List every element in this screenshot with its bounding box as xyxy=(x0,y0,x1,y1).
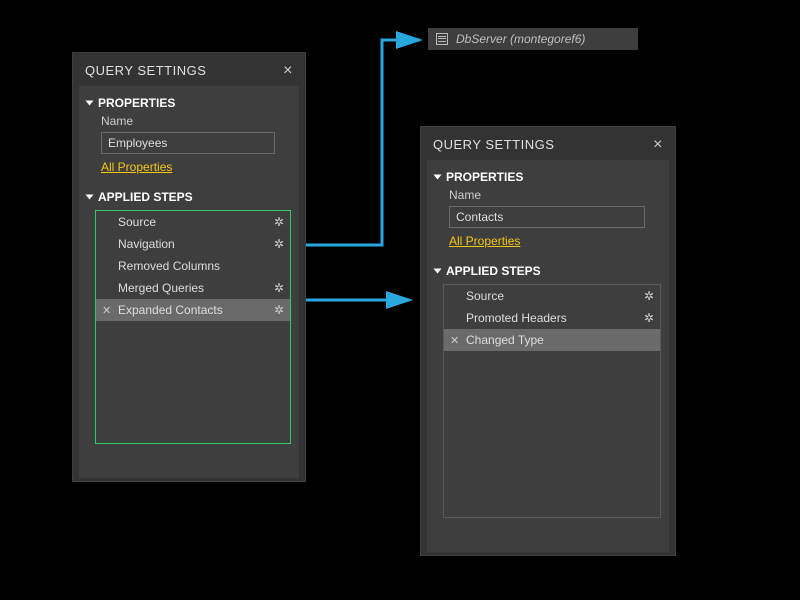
panel-title-bar: QUERY SETTINGS × xyxy=(421,127,675,160)
applied-step[interactable]: ✕ Changed Type xyxy=(444,329,660,351)
name-label: Name xyxy=(435,186,661,204)
all-properties-link[interactable]: All Properties xyxy=(435,232,520,254)
gear-icon[interactable]: ✲ xyxy=(274,281,284,295)
query-name-input[interactable] xyxy=(101,132,275,154)
applied-step[interactable]: Promoted Headers ✲ xyxy=(444,307,660,329)
collapse-icon xyxy=(86,101,94,106)
applied-steps-header[interactable]: APPLIED STEPS xyxy=(87,186,291,206)
all-properties-link[interactable]: All Properties xyxy=(87,158,172,180)
close-icon[interactable]: × xyxy=(283,65,293,77)
step-label: Removed Columns xyxy=(118,259,220,273)
gear-icon[interactable]: ✲ xyxy=(644,289,654,303)
db-server-node[interactable]: DbServer (montegoref6) xyxy=(428,28,638,50)
panel-title-bar: QUERY SETTINGS × xyxy=(73,53,305,86)
collapse-icon xyxy=(86,195,94,200)
query-settings-panel-right: QUERY SETTINGS × PROPERTIES Name All Pro… xyxy=(420,126,676,556)
applied-step[interactable]: Navigation ✲ xyxy=(96,233,290,255)
delete-step-icon[interactable]: ✕ xyxy=(450,334,459,347)
step-label: Merged Queries xyxy=(118,281,204,295)
panel-body: PROPERTIES Name All Properties APPLIED S… xyxy=(427,160,669,552)
applied-steps-header[interactable]: APPLIED STEPS xyxy=(435,260,661,280)
delete-step-icon[interactable]: ✕ xyxy=(102,304,111,317)
panel-title: QUERY SETTINGS xyxy=(85,63,206,78)
database-icon xyxy=(436,33,448,45)
query-settings-panel-left: QUERY SETTINGS × PROPERTIES Name All Pro… xyxy=(72,52,306,482)
step-label: Expanded Contacts xyxy=(118,303,223,317)
query-name-input[interactable] xyxy=(449,206,645,228)
gear-icon[interactable]: ✲ xyxy=(274,215,284,229)
applied-step[interactable]: Source ✲ xyxy=(444,285,660,307)
applied-step[interactable]: ✕ Expanded Contacts ✲ xyxy=(96,299,290,321)
properties-header[interactable]: PROPERTIES xyxy=(435,166,661,186)
step-label: Changed Type xyxy=(466,333,544,347)
applied-step[interactable]: Merged Queries ✲ xyxy=(96,277,290,299)
panel-body: PROPERTIES Name All Properties APPLIED S… xyxy=(79,86,299,478)
gear-icon[interactable]: ✲ xyxy=(644,311,654,325)
panel-title: QUERY SETTINGS xyxy=(433,137,554,152)
step-label: Source xyxy=(118,215,156,229)
name-label: Name xyxy=(87,112,291,130)
step-label: Source xyxy=(466,289,504,303)
applied-steps-list: Source ✲ Navigation ✲ Removed Columns Merged … xyxy=(95,210,291,444)
applied-step[interactable]: Source ✲ xyxy=(96,211,290,233)
step-label: Promoted Headers xyxy=(466,311,567,325)
applied-steps-list: Source ✲ Promoted Headers ✲ ✕ Changed Type xyxy=(443,284,661,518)
applied-step[interactable]: Removed Columns xyxy=(96,255,290,277)
step-label: Navigation xyxy=(118,237,175,251)
close-icon[interactable]: × xyxy=(653,139,663,151)
db-server-label: DbServer (montegoref6) xyxy=(456,32,585,46)
collapse-icon xyxy=(434,175,442,180)
gear-icon[interactable]: ✲ xyxy=(274,237,284,251)
collapse-icon xyxy=(434,269,442,274)
properties-header[interactable]: PROPERTIES xyxy=(87,92,291,112)
gear-icon[interactable]: ✲ xyxy=(274,303,284,317)
